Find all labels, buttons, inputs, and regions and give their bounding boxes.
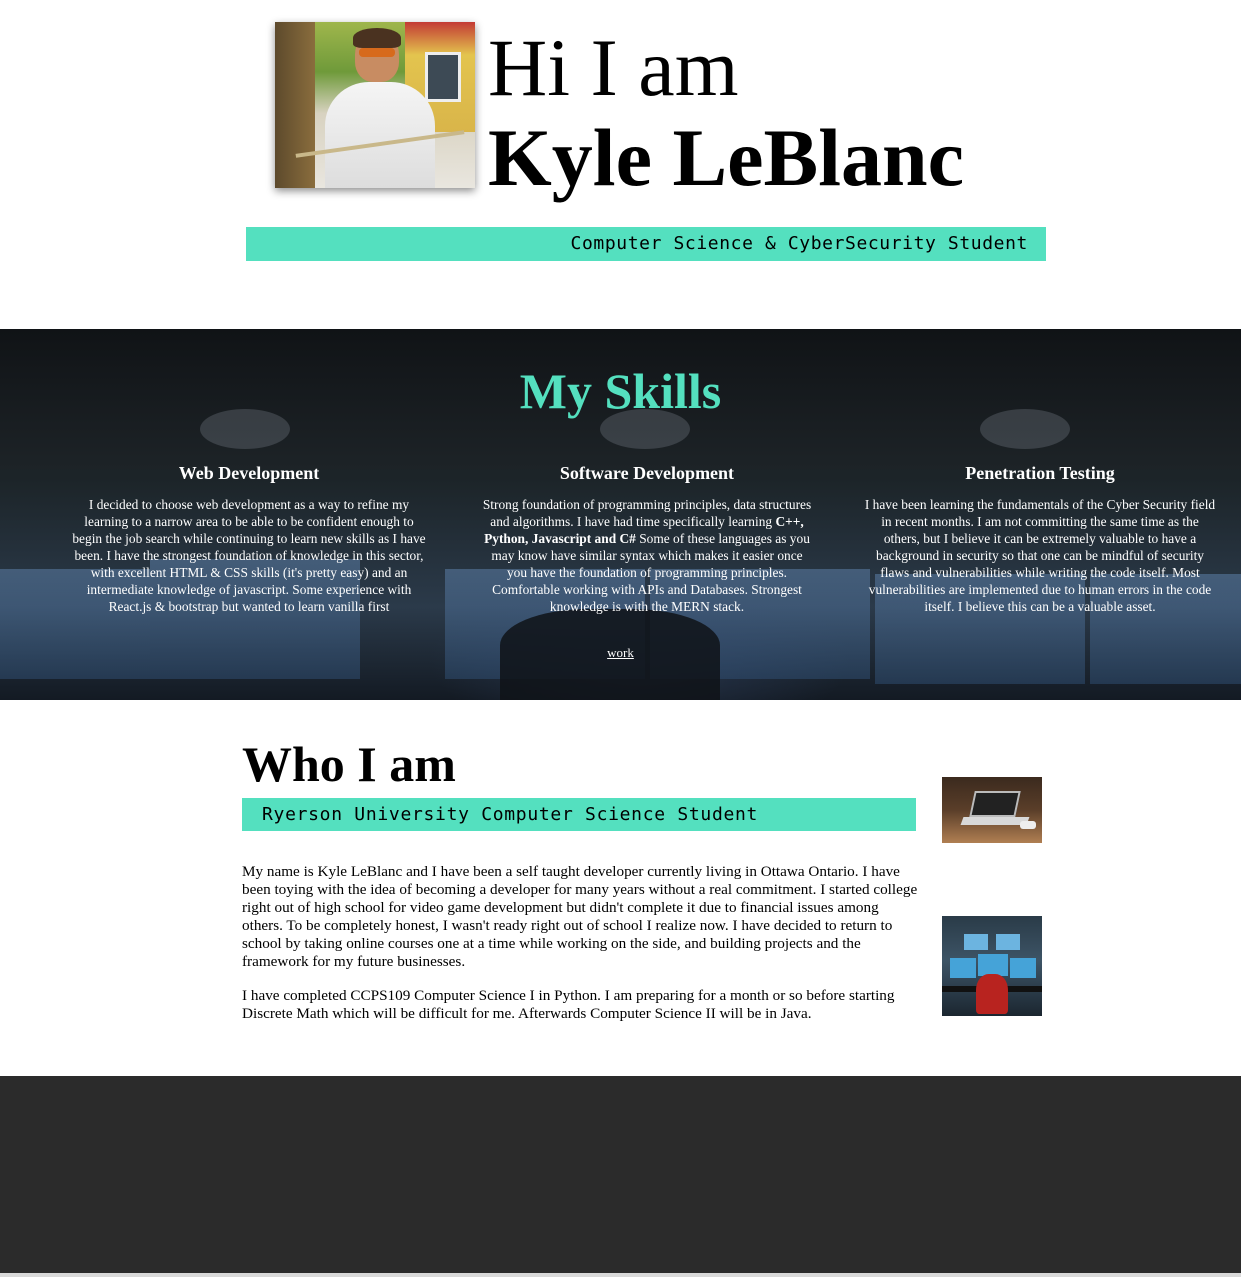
skill-description: I decided to choose web development as a…: [72, 497, 426, 614]
skill-penetration-testing: Penetration Testing I have been learning…: [863, 459, 1217, 615]
about-paragraph: My name is Kyle LeBlanc and I have been …: [242, 863, 918, 970]
footer: [0, 1076, 1241, 1273]
hero-section: Hi I am Kyle LeBlanc Computer Science & …: [0, 0, 1241, 329]
about-title: Who I am: [242, 736, 456, 792]
about-text: My name is Kyle LeBlanc and I have been …: [242, 863, 922, 1039]
about-section: Who I am Ryerson University Computer Sci…: [0, 700, 1241, 1076]
skill-description: I have been learning the fundamentals of…: [864, 497, 1216, 614]
skill-heading: Web Development: [178, 463, 320, 483]
about-paragraph: I have completed CCPS109 Computer Scienc…: [242, 987, 895, 1022]
skill-description-part: Strong foundation of programming princip…: [482, 497, 812, 529]
skills-section: My Skills Web Development I decided to c…: [0, 329, 1241, 700]
profile-photo: [275, 22, 475, 188]
hero-greeting: Hi I am: [488, 22, 739, 113]
page-bottom-edge: [0, 1273, 1241, 1277]
hero-tagline: Computer Science & CyberSecurity Student: [246, 227, 1046, 261]
skills-title: My Skills: [519, 363, 722, 419]
skill-description: Strong foundation of programming princip…: [482, 496, 812, 615]
skill-heading: Penetration Testing: [965, 463, 1115, 483]
skill-web-development: Web Development I decided to choose web …: [68, 459, 430, 615]
work-link[interactable]: work: [0, 645, 1241, 661]
skill-heading: Software Development: [559, 463, 735, 483]
skill-software-development: Software Development Strong foundation o…: [482, 459, 812, 615]
desk-setup-photo: [942, 916, 1042, 1016]
hero-name: Kyle LeBlanc: [488, 112, 965, 203]
about-subtitle: Ryerson University Computer Science Stud…: [242, 798, 916, 831]
laptop-photo: [942, 777, 1042, 843]
